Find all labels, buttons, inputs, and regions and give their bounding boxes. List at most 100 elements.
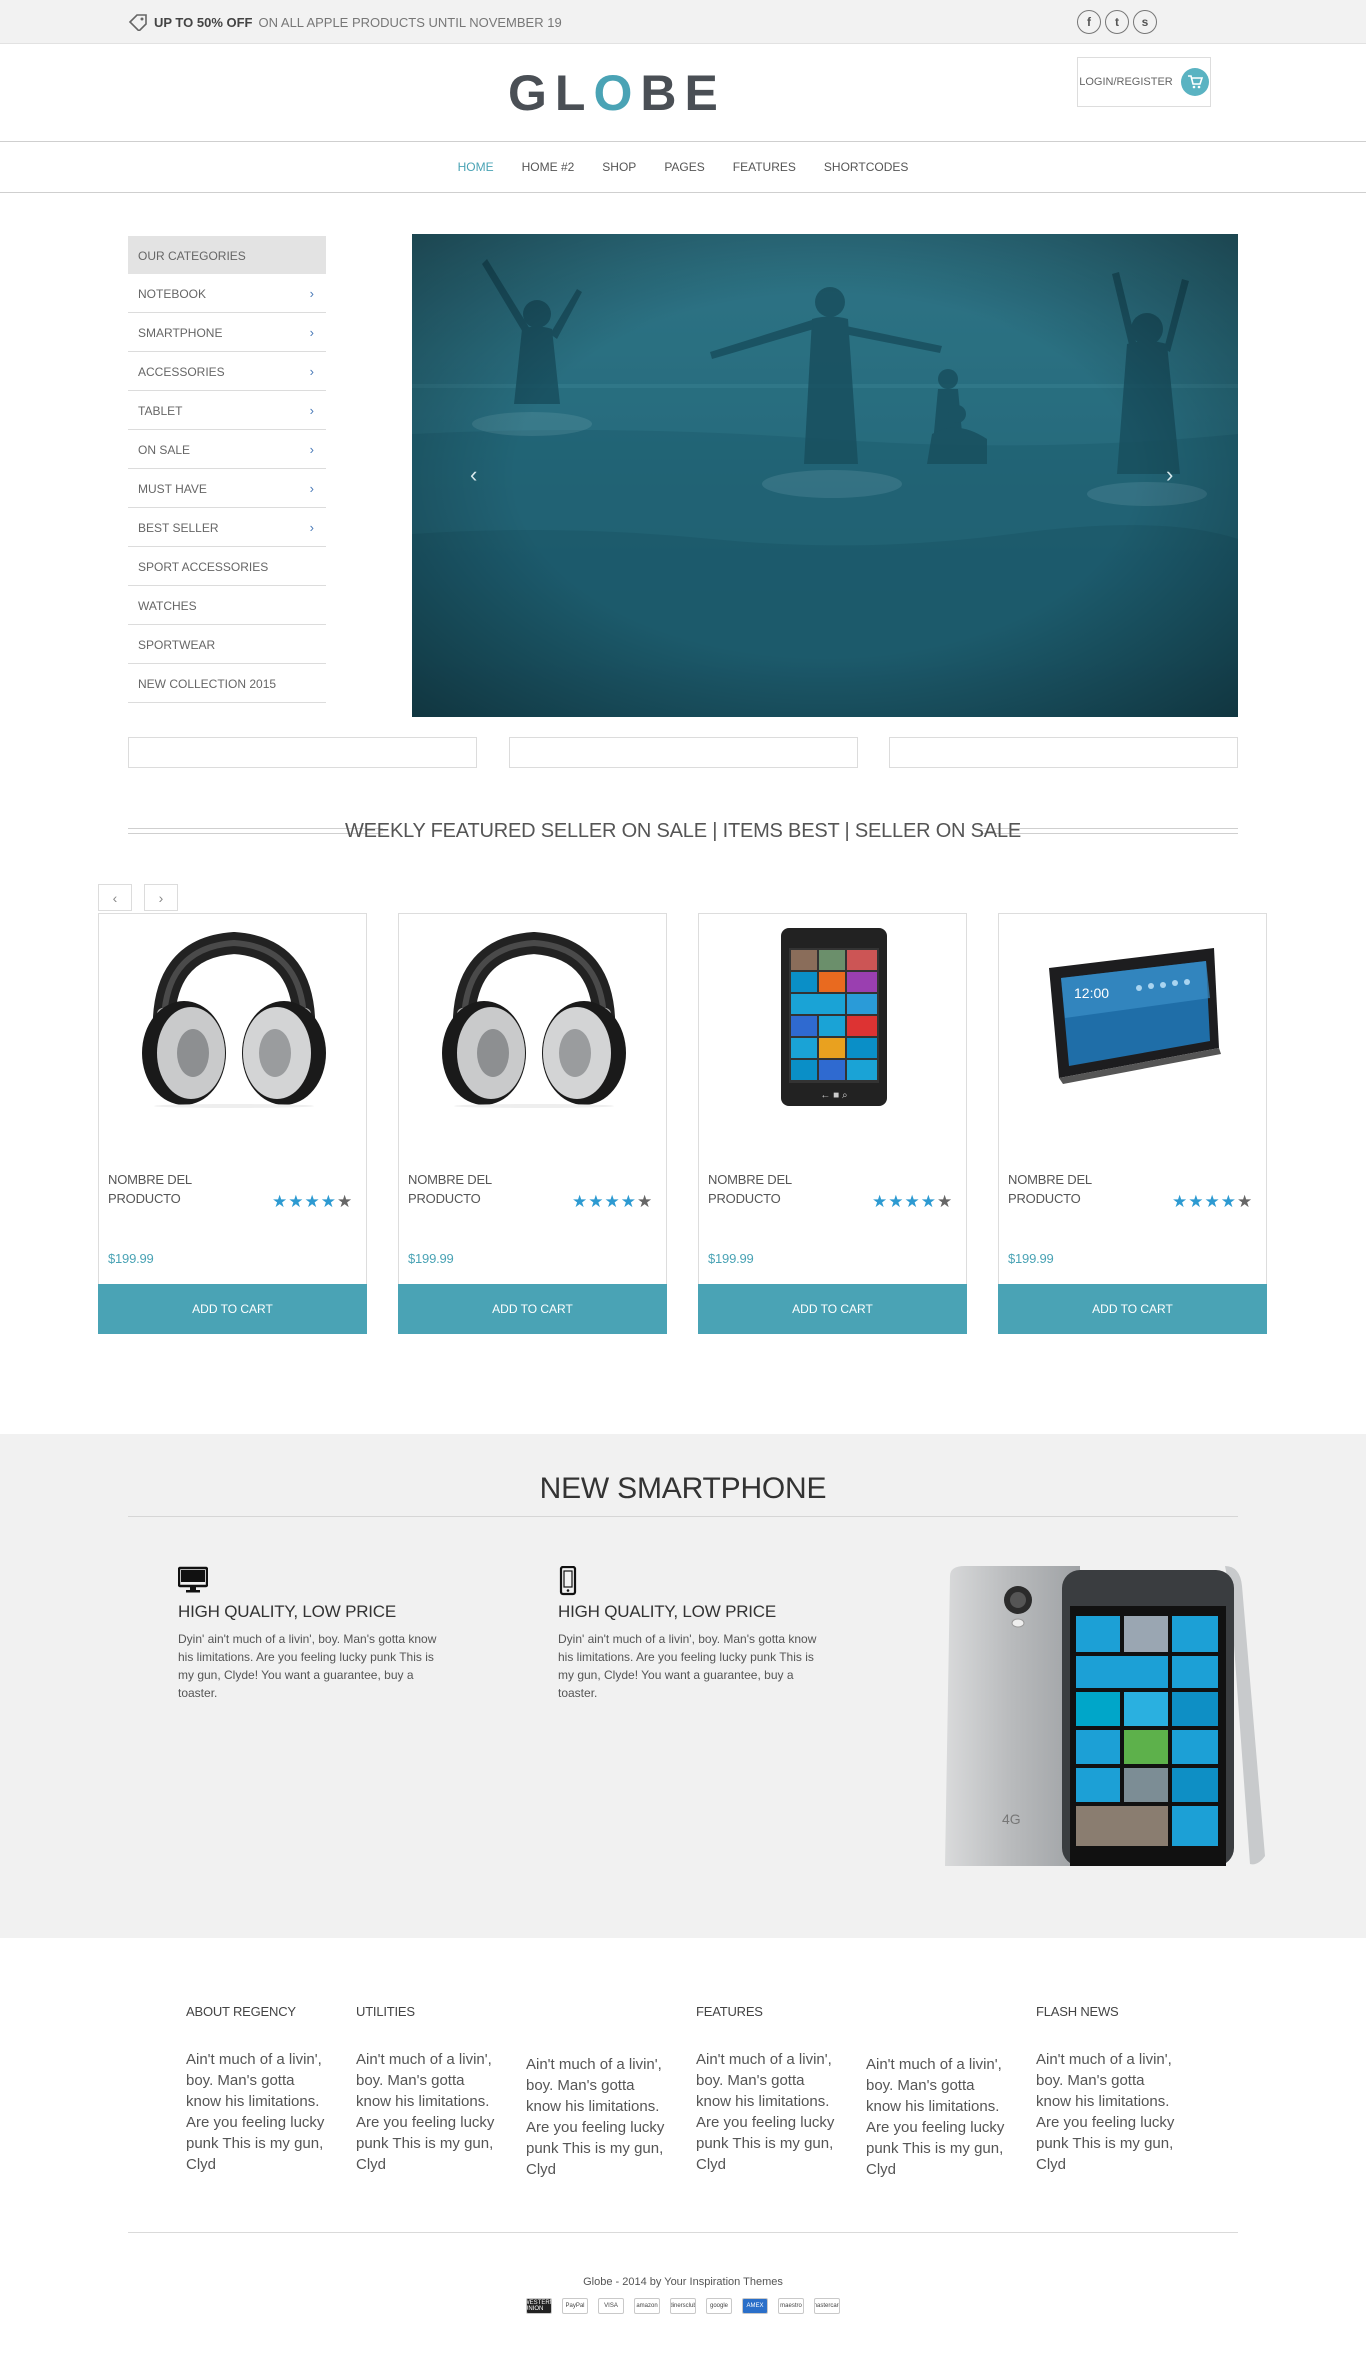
chevron-right-icon: › — [309, 520, 314, 535]
product-rating: ★★★★★ — [1172, 1192, 1253, 1212]
product-price: $199.99 — [108, 1251, 154, 1266]
payment-card-icon: maestro — [778, 2298, 804, 2314]
star-icon: ★ — [872, 1192, 889, 1211]
chevron-right-icon: › — [309, 286, 314, 301]
feature-heading-2: HIGH QUALITY, LOW PRICE — [558, 1602, 777, 1621]
slider-prev-arrow[interactable]: ‹ — [470, 462, 477, 488]
footer-column-text: Ain't much of a livin', boy. Man's gotta… — [186, 2051, 325, 2173]
footer-column: Ain't much of a livin', boy. Man's gotta… — [526, 2004, 666, 2178]
product-name[interactable]: NOMBRE DEL PRODUCTO — [1008, 1170, 1108, 1208]
promo-box-2[interactable] — [508, 737, 858, 768]
nav-pages[interactable]: PAGES — [664, 160, 704, 174]
category-label: WATCHES — [138, 599, 197, 613]
smartphone-divider — [128, 1516, 1238, 1517]
star-icon: ★ — [937, 1192, 954, 1211]
product-name-line1: NOMBRE DEL — [1008, 1172, 1092, 1187]
category-item[interactable]: ON SALE › — [128, 430, 326, 469]
footer-column: Ain't much of a livin', boy. Man's gotta… — [866, 2004, 1006, 2178]
category-item[interactable]: TABLET › — [128, 391, 326, 430]
star-icon: ★ — [1172, 1192, 1189, 1211]
slider-next-arrow[interactable]: › — [1166, 462, 1173, 488]
category-item[interactable]: NOTEBOOK › — [128, 274, 326, 313]
category-label: ON SALE — [138, 443, 191, 457]
footer-column-text: Ain't much of a livin', boy. Man's gotta… — [1036, 2051, 1175, 2173]
footer-column-text: Ain't much of a livin', boy. Man's gotta… — [866, 2056, 1005, 2178]
star-icon: ★ — [304, 1192, 321, 1211]
featured-title: WEEKLY FEATURED SELLER ON SALE | ITEMS B… — [344, 820, 1022, 842]
beach-photo — [412, 234, 1238, 717]
category-label: SMARTPHONE — [138, 326, 223, 340]
product-name[interactable]: NOMBRE DEL PRODUCTO — [108, 1170, 208, 1208]
nav-shortcodes[interactable]: SHORTCODES — [824, 160, 908, 174]
footer-divider — [128, 2232, 1238, 2233]
add-to-cart-button[interactable]: ADD TO CART — [698, 1284, 967, 1334]
star-icon: ★ — [572, 1192, 589, 1211]
add-to-cart-button[interactable]: ADD TO CART — [998, 1284, 1267, 1334]
category-label: ACCESSORIES — [138, 365, 225, 379]
product-price: $199.99 — [408, 1251, 454, 1266]
category-item[interactable]: SPORT ACCESSORIES — [128, 547, 326, 586]
star-icon: ★ — [604, 1192, 621, 1211]
category-label: SPORT ACCESSORIES — [138, 560, 269, 574]
product-price: $199.99 — [1008, 1251, 1054, 1266]
star-icon: ★ — [1204, 1192, 1221, 1211]
category-item[interactable]: ACCESSORIES › — [128, 352, 326, 391]
product-card[interactable]: NOMBRE DEL PRODUCTO ★★★★★ $199.99 ADD TO CAR… — [398, 913, 667, 1334]
product-price: $199.99 — [708, 1251, 754, 1266]
footer-column-text: Ain't much of a livin', boy. Man's gotta… — [356, 2051, 495, 2173]
footer-column: FEATURES Ain't much of a livin', boy. Man… — [696, 2004, 836, 2173]
category-item[interactable]: WATCHES — [128, 586, 326, 625]
facebook-icon[interactable]: f — [1077, 10, 1101, 34]
feature-text-2: Dyin' ain't much of a livin', boy. Man's… — [558, 1632, 817, 1700]
promo-box-3[interactable] — [889, 737, 1238, 768]
category-item[interactable]: SMARTPHONE › — [128, 313, 326, 352]
login-register-label: LOGIN/REGISTER — [1079, 76, 1173, 88]
smartphone-section-title: NEW SMARTPHONE — [539, 1472, 827, 1505]
feature-text-1: Dyin' ain't much of a livin', boy. Man's… — [178, 1632, 437, 1700]
product-name[interactable]: NOMBRE DEL PRODUCTO — [408, 1170, 508, 1208]
add-to-cart-button[interactable]: ADD TO CART — [98, 1284, 367, 1334]
chevron-right-icon: › — [309, 442, 314, 457]
product-carousel: NOMBRE DEL PRODUCTO ★★★★★ $199.99 ADD TO CAR… — [98, 913, 1267, 1334]
nav-features[interactable]: FEATURES — [733, 160, 796, 174]
chevron-right-icon: › — [309, 481, 314, 496]
logo[interactable]: GLOBE — [508, 64, 726, 122]
star-icon: ★ — [337, 1192, 354, 1211]
nav-home-2[interactable]: HOME #2 — [522, 160, 575, 174]
add-to-cart-button[interactable]: ADD TO CART — [398, 1284, 667, 1334]
footer-column-title: FEATURES — [696, 2004, 763, 2019]
product-name[interactable]: NOMBRE DEL PRODUCTO — [708, 1170, 808, 1208]
category-item[interactable]: MUST HAVE › — [128, 469, 326, 508]
twitter-icon[interactable]: t — [1105, 10, 1129, 34]
chevron-right-icon: › — [309, 403, 314, 418]
category-item[interactable]: SPORTWEAR — [128, 625, 326, 664]
carousel-next-button[interactable]: › — [144, 884, 178, 911]
product-name-line1: NOMBRE DEL — [708, 1172, 792, 1187]
footer-column-title — [526, 2004, 666, 2018]
login-register-button[interactable]: LOGIN/REGISTER — [1077, 57, 1211, 107]
product-card[interactable]: ← ■ ⌕ NOMBRE DEL PRODUCTO ★★★★★ $199.99 ADD T… — [698, 913, 967, 1334]
cart-icon[interactable] — [1180, 68, 1209, 96]
payment-card-icon: PayPal — [562, 2298, 588, 2314]
footer-column: ABOUT REGENCY Ain't much of a livin', boy… — [186, 2004, 326, 2173]
nav-home[interactable]: HOME — [458, 160, 494, 174]
header: GLOBE LOGIN/REGISTER — [0, 44, 1366, 142]
category-item[interactable]: BEST SELLER › — [128, 508, 326, 547]
skype-icon[interactable]: s — [1133, 10, 1157, 34]
featured-section-title: WEEKLY FEATURED SELLER ON SALE | ITEMS B… — [128, 818, 1238, 848]
logo-part-1: GL — [508, 65, 594, 121]
category-label: MUST HAVE — [138, 482, 207, 496]
star-icon: ★ — [588, 1192, 605, 1211]
product-card[interactable]: NOMBRE DEL PRODUCTO ★★★★★ $199.99 ADD TO CAR… — [98, 913, 367, 1334]
footer-column: FLASH NEWS Ain't much of a livin', boy. M… — [1036, 2004, 1176, 2173]
promo-highlight: UP TO 50% OFF — [154, 14, 253, 30]
categories-list: NOTEBOOK › SMARTPHONE › ACCESSORIES › TABLET › O… — [128, 274, 326, 703]
nav-shop[interactable]: SHOP — [602, 160, 636, 174]
promo-box-1[interactable] — [128, 737, 477, 768]
carousel-prev-button[interactable]: ‹ — [98, 884, 132, 911]
product-card[interactable]: 12:00 NOMBRE DEL PRODUCTO ★★★★★ $199.99 ADD T… — [998, 913, 1267, 1334]
footer-column-title: UTILITIES — [356, 2004, 415, 2019]
category-item[interactable]: NEW COLLECTION 2015 — [128, 664, 326, 703]
payment-card-icon: WESTERN UNION — [526, 2298, 552, 2314]
hero-slider[interactable]: ‹ › — [412, 234, 1238, 717]
